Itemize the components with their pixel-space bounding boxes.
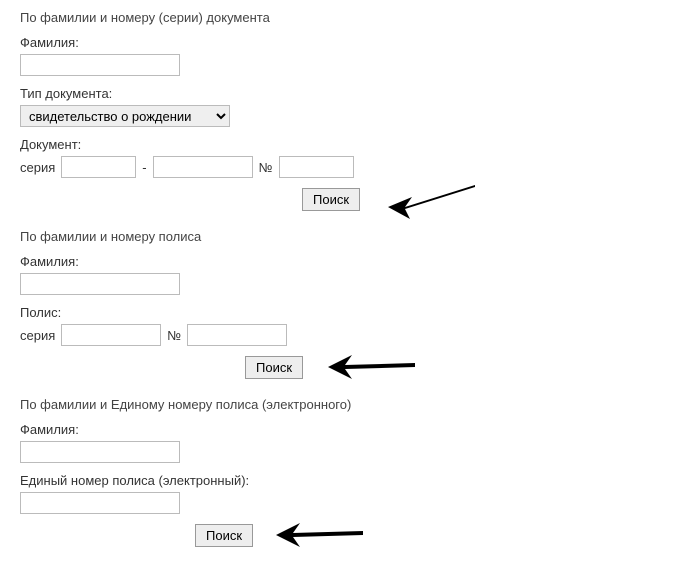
arrow-annotation-icon <box>268 511 368 561</box>
surname-label-unified: Фамилия: <box>20 422 680 437</box>
section-title-policy: По фамилии и номеру полиса <box>20 229 680 244</box>
arrow-annotation-icon <box>320 343 420 393</box>
field-group-surname-unified: Фамилия: <box>20 422 680 463</box>
button-row-unified: Поиск <box>20 524 680 547</box>
document-inline-row: серия - № <box>20 156 680 178</box>
search-button[interactable]: Поиск <box>302 188 360 211</box>
surname-input-unified[interactable] <box>20 441 180 463</box>
field-group-document: Документ: серия - № <box>20 137 680 178</box>
arrow-annotation-icon <box>380 175 480 225</box>
number-symbol: № <box>259 160 273 175</box>
field-group-surname-policy: Фамилия: <box>20 254 680 295</box>
doc-number-input[interactable] <box>279 156 354 178</box>
surname-input[interactable] <box>20 54 180 76</box>
surname-label: Фамилия: <box>20 35 680 50</box>
field-group-doctype: Тип документа: свидетельство о рождении <box>20 86 680 127</box>
field-group-unified-number: Единый номер полиса (электронный): <box>20 473 680 514</box>
policy-number-input[interactable] <box>187 324 287 346</box>
field-group-surname: Фамилия: <box>20 35 680 76</box>
section-by-unified: По фамилии и Единому номеру полиса (элек… <box>20 397 680 547</box>
policy-label: Полис: <box>20 305 680 320</box>
document-label: Документ: <box>20 137 680 152</box>
dash-separator: - <box>142 160 146 175</box>
section-title-unified: По фамилии и Единому номеру полиса (элек… <box>20 397 680 412</box>
search-button[interactable]: Поиск <box>245 356 303 379</box>
doctype-select[interactable]: свидетельство о рождении <box>20 105 230 127</box>
section-title-document: По фамилии и номеру (серии) документа <box>20 10 680 25</box>
search-button[interactable]: Поиск <box>195 524 253 547</box>
number-symbol-policy: № <box>167 328 181 343</box>
series-label-policy: серия <box>20 328 55 343</box>
unified-number-input[interactable] <box>20 492 180 514</box>
doc-series-input-1[interactable] <box>61 156 136 178</box>
surname-input-policy[interactable] <box>20 273 180 295</box>
surname-label-policy: Фамилия: <box>20 254 680 269</box>
policy-series-input[interactable] <box>61 324 161 346</box>
field-group-policy: Полис: серия № <box>20 305 680 346</box>
button-row-policy: Поиск <box>20 356 680 379</box>
button-row-document: Поиск <box>20 188 680 211</box>
doctype-label: Тип документа: <box>20 86 680 101</box>
section-by-policy: По фамилии и номеру полиса Фамилия: Поли… <box>20 229 680 379</box>
section-by-document: По фамилии и номеру (серии) документа Фа… <box>20 10 680 211</box>
doc-series-input-2[interactable] <box>153 156 253 178</box>
policy-inline-row: серия № <box>20 324 680 346</box>
series-label: серия <box>20 160 55 175</box>
unified-label: Единый номер полиса (электронный): <box>20 473 680 488</box>
